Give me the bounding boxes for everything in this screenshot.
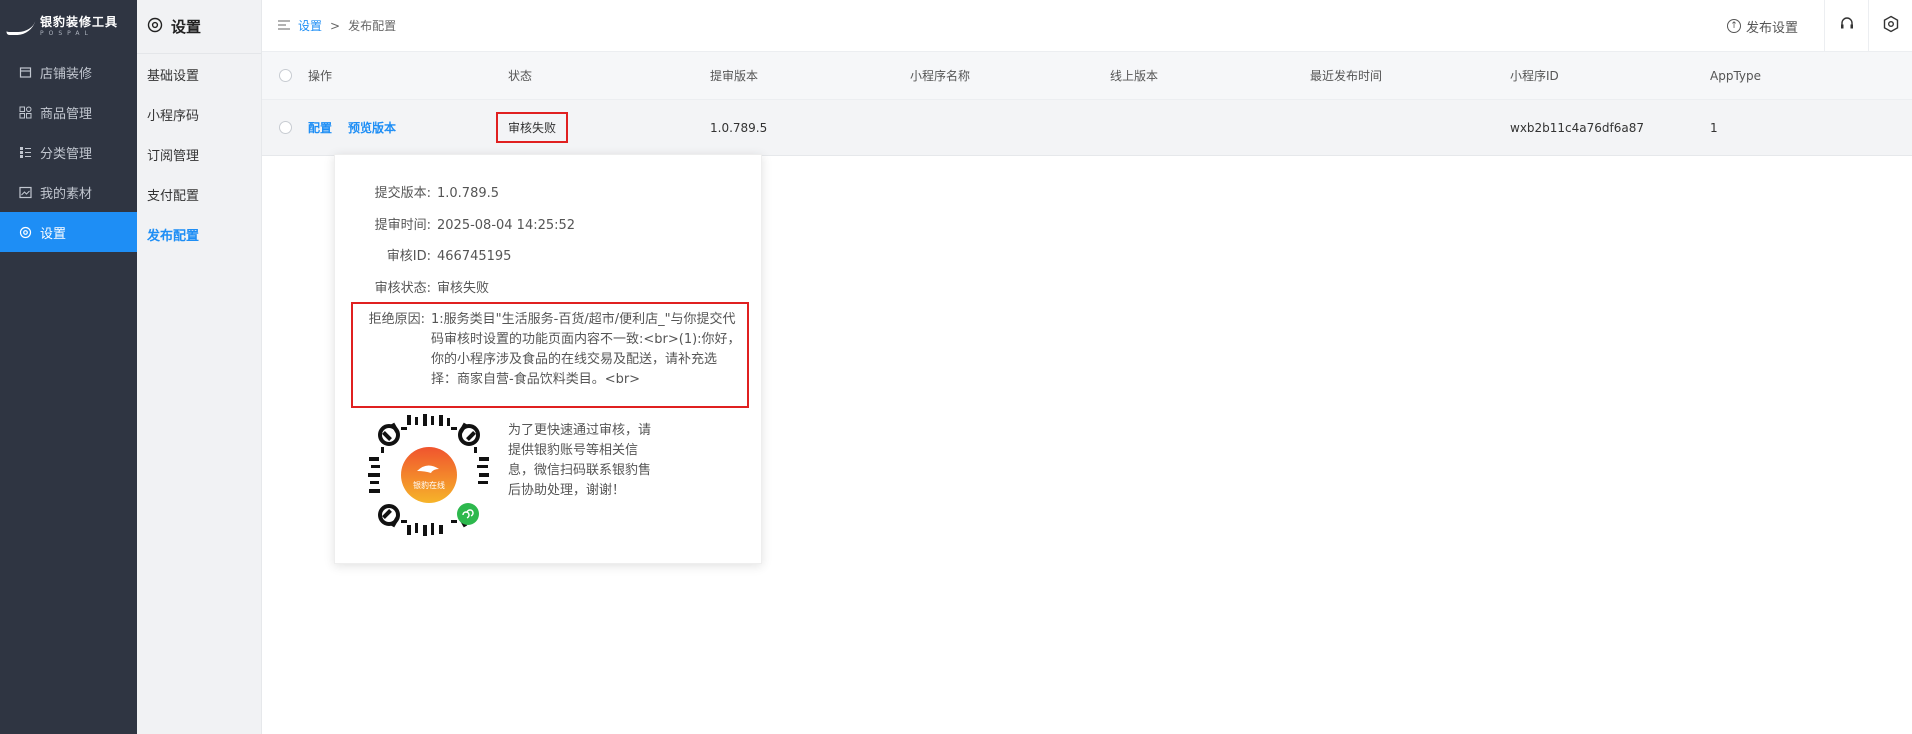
breadcrumb: 设置 > 发布配置 [278, 17, 396, 34]
breadcrumb-separator: > [330, 18, 341, 33]
header-app-name: 小程序名称 [910, 69, 971, 83]
support-help-text: 为了更快速通过审核，请提供银豹账号等相关信息，微信扫码联系银豹售后协助处理，谢谢… [508, 423, 652, 498]
sidebar-item-label: 我的素材 [40, 186, 93, 202]
sidebar-item-label: 商品管理 [40, 106, 93, 122]
list-icon [18, 145, 32, 159]
sidebar-item-label: 设置 [40, 226, 67, 242]
table-row: 配置 预览版本 审核失败 1.0.789.5 wxb2b11c4a76df6a8… [262, 100, 1912, 156]
popover-row-submit-version: 提交版本: 1.0.789.5 [374, 186, 500, 201]
breadcrumb-current: 发布配置 [348, 19, 397, 33]
sidebar-item-products[interactable]: 商品管理 [0, 92, 137, 132]
sidebar-item-label: 分类管理 [40, 146, 93, 162]
top-actions: ↑ 发布设置 [1726, 0, 1912, 52]
publish-table: 操作 状态 提审版本 小程序名称 线上版本 最近发布时间 小程序ID AppTy… [262, 52, 1912, 156]
support-button[interactable] [1824, 0, 1868, 52]
settings-submenu: 设置 基础设置 小程序码 订阅管理 支付配置 发布配置 [137, 0, 262, 734]
header-audit-version: 提审版本 [710, 69, 759, 83]
grid-icon [18, 105, 32, 119]
preview-version-link[interactable]: 预览版本 [348, 119, 396, 136]
headset-icon [1839, 16, 1855, 36]
sidebar-item-label: 店铺装修 [40, 66, 93, 82]
sidebar-item-settings[interactable]: 设置 [0, 212, 137, 252]
cell-audit-version: 1.0.789.5 [710, 120, 768, 135]
cell-app-type: 1 [1710, 120, 1718, 135]
logo-icon [5, 17, 37, 35]
header-status: 状态 [508, 69, 533, 83]
gear-icon [18, 225, 32, 239]
image-icon [18, 185, 32, 199]
breadcrumb-root[interactable]: 设置 [298, 17, 322, 34]
publish-settings-button[interactable]: ↑ 发布设置 [1726, 17, 1824, 36]
main-sidebar: 银豹装修工具 POSPAL 店铺装修 商品管理 分类管理 我的素材 设置 [0, 0, 137, 734]
qr-center-label: 银豹在线 [413, 480, 445, 490]
submenu-item-basic[interactable]: 基础设置 [137, 54, 261, 94]
header-last-publish: 最近发布时间 [1310, 69, 1383, 83]
popover-row-audit-time: 提审时间: 2025-08-04 14:25:52 [374, 218, 576, 233]
reject-reason-text: 1:服务类目"生活服务-百货/超市/便利店_"与你提交代码审核时设置的功能页面内… [431, 312, 741, 387]
header-app-type: AppType [1710, 68, 1762, 83]
logo-subtitle: POSPAL [40, 29, 93, 37]
header-app-id: 小程序ID [1510, 69, 1559, 83]
menu-toggle-icon[interactable] [278, 19, 290, 33]
cell-app-id: wxb2b11c4a76df6a87 [1510, 120, 1645, 135]
status-badge[interactable]: 审核失败 [496, 112, 569, 143]
sidebar-item-store-decor[interactable]: 店铺装修 [0, 52, 137, 92]
gear-icon [147, 17, 163, 37]
header-online-version: 线上版本 [1110, 69, 1159, 83]
audit-detail-popover: 提交版本: 1.0.789.5 提审时间: 2025-08-04 14:25:5… [334, 154, 762, 564]
submenu-title: 设置 [171, 18, 202, 36]
logo-title: 银豹装修工具 [40, 14, 119, 29]
qr-code-icon: 银豹在线 [367, 413, 491, 537]
submenu-item-payment[interactable]: 支付配置 [137, 174, 261, 214]
popover-row-audit-id: 审核ID: 466745195 [386, 249, 512, 264]
select-all-radio[interactable] [278, 69, 292, 82]
store-icon [18, 65, 32, 79]
submenu-item-subscription[interactable]: 订阅管理 [137, 134, 261, 174]
upload-icon: ↑ [1726, 19, 1741, 33]
sidebar-item-categories[interactable]: 分类管理 [0, 132, 137, 172]
submenu-item-publish[interactable]: 发布配置 [137, 214, 261, 254]
settings-button[interactable] [1868, 0, 1912, 52]
top-bar: 设置 > 发布配置 ↑ 发布设置 [262, 0, 1912, 52]
header-operation: 操作 [308, 69, 333, 83]
app-logo[interactable]: 银豹装修工具 POSPAL [0, 0, 137, 52]
row-radio[interactable] [278, 121, 292, 134]
sidebar-item-materials[interactable]: 我的素材 [0, 172, 137, 212]
table-header: 操作 状态 提审版本 小程序名称 线上版本 最近发布时间 小程序ID AppTy… [262, 52, 1912, 100]
submenu-item-miniapp-code[interactable]: 小程序码 [137, 94, 261, 134]
reject-reason-label: 拒绝原因: [368, 312, 425, 327]
config-link[interactable]: 配置 [308, 119, 332, 136]
popover-row-audit-status: 审核状态: 审核失败 [374, 281, 490, 296]
publish-settings-label: 发布设置 [1745, 20, 1798, 36]
submenu-header: 设置 [137, 0, 261, 54]
hexagon-settings-icon [1882, 15, 1900, 37]
